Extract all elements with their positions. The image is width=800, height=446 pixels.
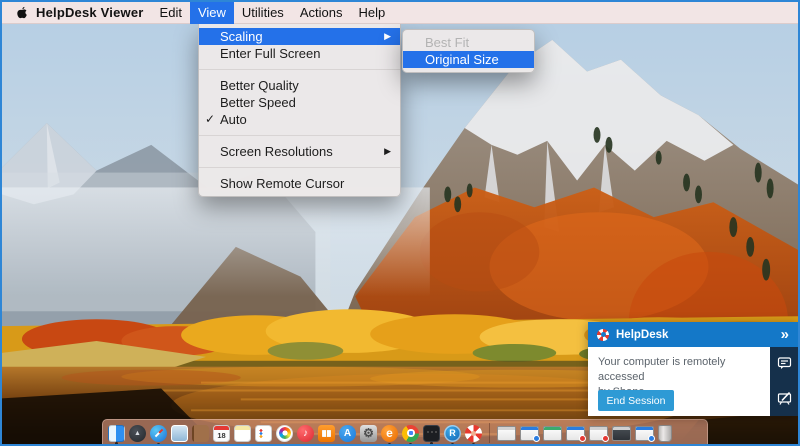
menu-utilities[interactable]: Utilities: [234, 2, 292, 24]
view-menu-dropdown: Scaling ▶ Enter Full Screen Better Quali…: [198, 24, 401, 197]
app-menu-title[interactable]: HelpDesk Viewer: [36, 5, 144, 20]
dock-icon-helpdesk[interactable]: [465, 425, 482, 442]
menu-separator: [199, 135, 400, 136]
submenu-arrow-icon: ▶: [384, 28, 391, 45]
dock-minimized-window[interactable]: [543, 426, 562, 441]
dock-icon-calendar[interactable]: 18: [213, 425, 230, 442]
menu-item-better-quality[interactable]: Better Quality: [199, 77, 400, 94]
dock-icon-trash[interactable]: [658, 425, 672, 442]
end-session-button[interactable]: End Session: [598, 390, 674, 411]
dock-minimized-window[interactable]: [520, 426, 539, 441]
helpdesk-widget-title: HelpDesk: [616, 329, 668, 341]
helpdesk-widget: HelpDesk » Your computer is remotely acc…: [588, 322, 798, 416]
dock-icon-chrome[interactable]: [402, 425, 419, 442]
submenu-arrow-icon: ▶: [384, 143, 391, 160]
dock-minimized-window[interactable]: [635, 426, 654, 441]
scaling-submenu: Best Fit Original Size: [402, 29, 535, 73]
menu-item-screen-resolutions[interactable]: Screen Resolutions ▶: [199, 143, 400, 160]
dock-icon-e-browser[interactable]: e: [381, 425, 398, 442]
dock: ▲ 18 ♪ A ⚙ e R: [102, 419, 708, 446]
dock-icon-launchpad[interactable]: ▲: [129, 425, 146, 442]
apple-menu[interactable]: [15, 6, 28, 20]
helpdesk-widget-body: Your computer is remotely accessed by Sh…: [588, 347, 770, 416]
photos-pinwheel-icon: [279, 427, 291, 439]
menu-item-show-remote-cursor[interactable]: Show Remote Cursor: [199, 175, 400, 192]
badge-icon: [648, 435, 655, 442]
menu-item-better-speed[interactable]: Better Speed: [199, 94, 400, 111]
dock-icon-remote-access[interactable]: R: [444, 425, 461, 442]
collapse-chevrons-icon[interactable]: »: [781, 327, 789, 342]
dock-icon-mail[interactable]: [171, 425, 188, 442]
badge-icon: [579, 435, 586, 442]
menu-separator: [199, 69, 400, 70]
dock-minimized-window[interactable]: [589, 426, 608, 441]
helpdesk-widget-header: HelpDesk »: [588, 322, 798, 347]
dock-icon-system-preferences[interactable]: ⚙: [360, 425, 377, 442]
dock-icon-notes[interactable]: [234, 425, 251, 442]
chat-icon[interactable]: [777, 356, 792, 371]
dock-icon-safari[interactable]: [150, 425, 167, 442]
dock-minimized-window[interactable]: [566, 426, 585, 441]
badge-icon: [602, 435, 609, 442]
dock-minimized-window[interactable]: [497, 426, 516, 441]
remote-access-message-line1: Your computer is remotely accessed: [598, 355, 762, 385]
menu-actions[interactable]: Actions: [292, 2, 351, 24]
dock-icon-app-store[interactable]: A: [339, 425, 356, 442]
badge-icon: [533, 435, 540, 442]
menu-item-auto[interactable]: ✓ Auto: [199, 111, 400, 128]
apple-logo-icon: [16, 6, 28, 20]
checkmark-icon: ✓: [205, 111, 215, 128]
helpdesk-widget-sidebar: [770, 347, 798, 416]
helpdesk-logo-icon: [597, 329, 609, 341]
chrome-hub-icon: [407, 429, 415, 437]
menu-edit[interactable]: Edit: [152, 2, 190, 24]
annotate-whiteboard-icon[interactable]: [777, 391, 792, 406]
dock-icon-reminders[interactable]: [255, 425, 272, 442]
menu-bar: HelpDesk Viewer Edit View Utilities Acti…: [2, 2, 798, 24]
compass-needle-icon: [154, 429, 162, 437]
dock-icon-finder[interactable]: [108, 425, 125, 442]
menu-help[interactable]: Help: [350, 2, 393, 24]
dock-separator: [489, 423, 490, 443]
menu-item-enter-full-screen[interactable]: Enter Full Screen: [199, 45, 400, 62]
dock-icon-contacts[interactable]: [192, 425, 209, 442]
dock-icon-photos[interactable]: [276, 425, 293, 442]
submenu-item-best-fit: Best Fit: [403, 34, 534, 51]
menu-view[interactable]: View: [190, 2, 234, 24]
menu-separator: [199, 167, 400, 168]
remote-viewer-window: HelpDesk Viewer Edit View Utilities Acti…: [0, 0, 800, 446]
reminders-dots-icon: [259, 429, 268, 438]
submenu-item-original-size[interactable]: Original Size: [403, 51, 534, 68]
menu-item-scaling[interactable]: Scaling ▶: [199, 28, 400, 45]
dock-icon-books[interactable]: [318, 425, 335, 442]
dock-icon-music[interactable]: ♪: [297, 425, 314, 442]
dock-minimized-window[interactable]: [612, 426, 631, 441]
open-book-icon: [322, 430, 331, 437]
dock-icon-terminal[interactable]: [423, 425, 440, 442]
